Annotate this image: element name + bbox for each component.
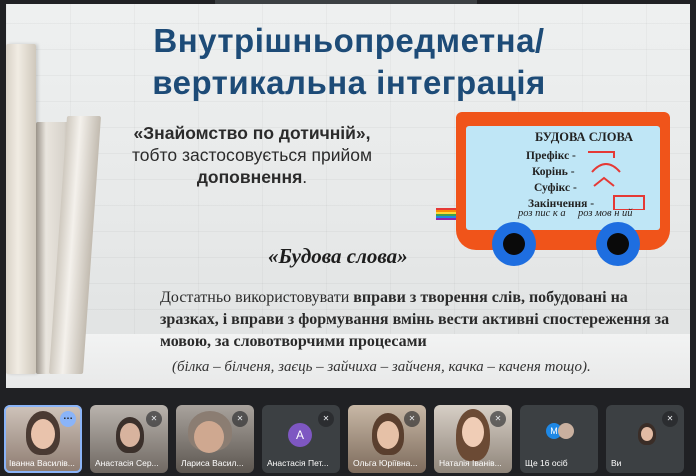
shared-slide: Внутрішньопредметна/ вертикальна інтегра… <box>6 4 690 388</box>
participant-name: Іванна Василів... <box>9 458 75 468</box>
slide-title-line1: Внутрішньопредметна/ <box>153 22 545 59</box>
intro-quote: «Знайомство по дотичній», <box>133 123 371 143</box>
participant-name: Ви <box>611 458 622 468</box>
mic-off-icon: ✕ <box>404 411 420 427</box>
intro-period: . <box>302 167 308 187</box>
slide-examples: (білка – білченя, заєць – зайчиха – зайч… <box>172 359 591 375</box>
intro-bold-term: доповнення <box>196 167 303 187</box>
word-structure-wagon: БУДОВА СЛОВА Префікс - Корінь - Суфікс -… <box>430 112 674 274</box>
participant-name: Анастасія Пет... <box>267 458 329 468</box>
wagon-wheel <box>492 222 536 266</box>
participant-avatar-photo <box>558 423 574 439</box>
slide-paragraph: Достатньо використовувати вправи з творе… <box>160 287 680 353</box>
participant-strip: … Іванна Василів... ✕ Анастасія Сер... ✕… <box>4 405 692 473</box>
participant-count: Ще 16 осіб <box>525 458 568 468</box>
participant-name: Ольга Юріївна... <box>353 458 418 468</box>
participant-tile[interactable]: ✕ Наталія Іванів... <box>434 405 512 473</box>
participant-tile[interactable]: A ✕ Анастасія Пет... <box>262 405 340 473</box>
slide-title-line2: вертикальна інтеграція <box>152 64 546 101</box>
intro-text: «Знайомство по дотичній», тобто застосов… <box>102 122 402 188</box>
mic-off-icon: ✕ <box>490 411 506 427</box>
participant-tile[interactable]: ✕ Ольга Юріївна... <box>348 405 426 473</box>
participant-face <box>194 421 224 453</box>
intro-line: доповнення. <box>102 166 402 188</box>
wagon-part-root: Корінь - <box>532 166 575 178</box>
participant-name: Лариса Васил... <box>181 458 244 468</box>
slide-title: Внутрішньопредметна/ вертикальна інтегра… <box>124 20 574 104</box>
mic-off-icon: ✕ <box>662 411 678 427</box>
mic-off-icon: ✕ <box>318 411 334 427</box>
mic-off-icon: ✕ <box>232 411 248 427</box>
wagon-part-suffix: Суфікс - <box>534 182 577 194</box>
example-word-2: роз мов н ий <box>578 208 633 219</box>
more-options-icon[interactable]: … <box>60 411 76 427</box>
participant-face <box>377 421 399 449</box>
participant-tile[interactable]: ✕ Анастасія Сер... <box>90 405 168 473</box>
meeting-stage: Внутрішньопредметна/ вертикальна інтегра… <box>0 0 696 476</box>
participant-face <box>462 417 484 447</box>
mic-off-icon: ✕ <box>146 411 162 427</box>
example-word-1: роз пис к а <box>518 208 566 219</box>
slide-topic: «Будова слова» <box>268 244 408 268</box>
self-face <box>641 427 653 441</box>
wagon-panel: БУДОВА СЛОВА Префікс - Корінь - Суфікс -… <box>466 126 660 230</box>
more-participants-tile[interactable]: M Ще 16 осіб <box>520 405 598 473</box>
participant-name: Анастасія Сер... <box>95 458 159 468</box>
self-tile[interactable]: ✕ Ви <box>606 405 684 473</box>
wagon-wheel <box>596 222 640 266</box>
participant-tile[interactable]: … Іванна Василів... <box>4 405 82 473</box>
book-spine <box>6 44 36 374</box>
morpheme-symbols-icon <box>588 151 645 210</box>
participant-name: Наталія Іванів... <box>439 458 502 468</box>
participant-face <box>120 423 140 447</box>
intro-line: тобто застосовується прийом <box>131 145 373 165</box>
participant-face <box>31 419 55 449</box>
participant-tile[interactable]: ✕ Лариса Васил... <box>176 405 254 473</box>
wagon-part-prefix: Префікс - <box>526 150 576 162</box>
paragraph-text: Достатньо використовувати <box>160 289 354 306</box>
participant-avatar: A <box>288 423 312 447</box>
